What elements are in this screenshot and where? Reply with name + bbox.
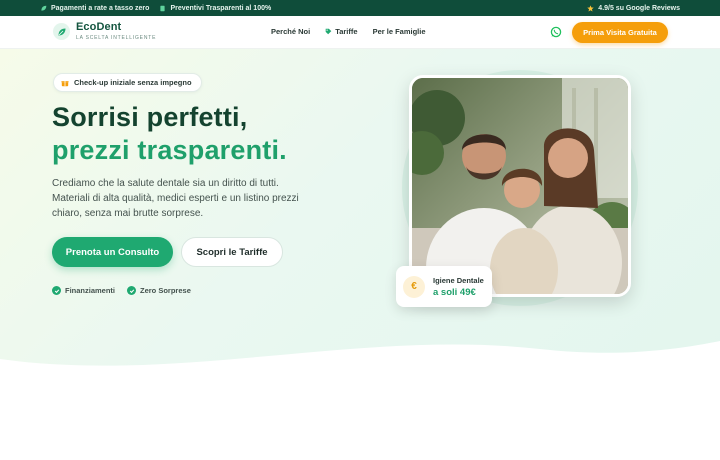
whatsapp-icon[interactable] (550, 26, 562, 38)
hero-badge: Check-up iniziale senza impegno (53, 73, 202, 92)
price-card-title: Igiene Dentale (433, 275, 484, 285)
benefit-financing-label: Finanziamenti (65, 286, 116, 295)
page: Pagamenti a rate a tasso zero Preventivi… (0, 0, 720, 460)
logo-tagline: LA SCELTA INTELLIGENTE (76, 35, 157, 41)
discover-prices-button[interactable]: Scopri le Tariffe (181, 237, 283, 267)
nav-item-why-us[interactable]: Perché Noi (271, 27, 310, 36)
rating-text: 4.9/5 su Google Reviews (598, 4, 680, 12)
hero-title-line2: prezzi trasparenti. (52, 135, 287, 165)
tag-icon (325, 28, 332, 35)
hero-description: Crediamo che la salute dentale sia un di… (52, 178, 299, 219)
check-icon (52, 286, 61, 295)
benefit-financing: Finanziamenti (52, 286, 115, 295)
logo-leaf-icon (53, 23, 70, 40)
logo[interactable]: EcoDent LA SCELTA INTELLIGENTE (53, 22, 156, 41)
hero-wave-divider (0, 341, 720, 389)
benefit-no-surprises-label: Zero Sorprese (140, 286, 191, 295)
topbar-quotes-text: Preventivi Trasparenti al 100% (170, 4, 272, 12)
check-icon (127, 286, 137, 295)
benefit-no-surprises: Zero Sorprese (127, 286, 191, 295)
hero-title: Sorrisi perfetti, prezzi trasparenti. (52, 101, 287, 167)
topbar-item-installments: Pagamenti a rate a tasso zero (40, 5, 149, 12)
star-icon (587, 4, 595, 12)
price-card: € Igiene Dentale a soli 49€ (396, 266, 492, 307)
nav-item-families[interactable]: Per le Famiglie (373, 27, 426, 36)
price-card-price: a soli 49€ (433, 286, 476, 298)
hero-title-line1: Sorrisi perfetti, (52, 102, 248, 132)
nav-prices-label: Tariffe (335, 27, 358, 36)
family-illustration (412, 78, 628, 294)
book-consultation-button[interactable]: Prenota un Consulto (52, 237, 173, 267)
topbar-item-quotes: Preventivi Trasparenti al 100% (159, 5, 271, 12)
hero-badge-text: Check-up iniziale senza impegno (74, 78, 192, 87)
free-first-visit-button[interactable]: Prima Visita Gratuita (572, 22, 668, 43)
logo-name: EcoDent (76, 21, 122, 33)
topbar-rating: 4.9/5 su Google Reviews (587, 5, 680, 12)
gift-icon (61, 80, 69, 86)
hero-benefits: Finanziamenti Zero Sorprese (52, 286, 191, 295)
main-nav: Perché Noi Tariffe Per le Famiglie (271, 27, 426, 36)
leaf-icon (41, 5, 47, 11)
site-header: EcoDent LA SCELTA INTELLIGENTE Perché No… (0, 16, 720, 49)
family-photo (409, 75, 631, 297)
nav-item-prices[interactable]: Tariffe (325, 27, 358, 36)
topbar-installments-text: Pagamenti a rate a tasso zero (51, 4, 150, 12)
top-info-bar: Pagamenti a rate a tasso zero Preventivi… (0, 0, 720, 16)
document-icon (160, 5, 166, 11)
euro-icon: € (403, 275, 425, 298)
